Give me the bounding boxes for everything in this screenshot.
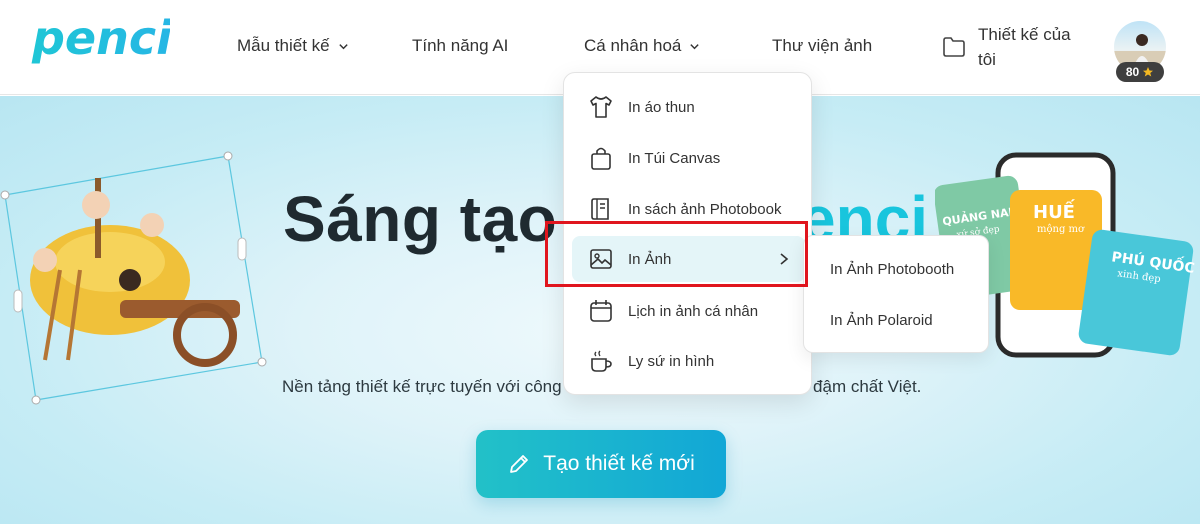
submenu-item-photobooth[interactable]: In Ảnh Photobooth: [830, 261, 954, 278]
logo-text: penci: [31, 14, 170, 65]
menu-item-tshirt[interactable]: In áo thun: [572, 84, 805, 130]
menu-item-label: Ly sứ in hình: [628, 352, 715, 370]
menu-item-label: In Túi Canvas: [628, 149, 721, 167]
haystack-illustration: [0, 151, 267, 405]
coin-balance[interactable]: 80: [1116, 62, 1164, 82]
nav-templates-label: Mẫu thiết kế: [237, 36, 330, 55]
nav-library[interactable]: Thư viện ảnh: [772, 36, 872, 56]
menu-item-label: In sách ảnh Photobook: [628, 200, 782, 218]
tshirt-icon: [590, 96, 612, 118]
menu-item-label: In áo thun: [628, 98, 695, 116]
card-hue-sub: mộng mơ: [1037, 224, 1085, 235]
print-photo-submenu: In Ảnh Photobooth In Ảnh Polaroid: [803, 235, 989, 353]
nav-personalize-label: Cá nhân hoá: [584, 36, 682, 55]
menu-item-canvas-bag[interactable]: In Túi Canvas: [572, 135, 805, 181]
chevron-down-icon: [690, 43, 700, 49]
chevron-down-icon: [338, 43, 348, 49]
nav-templates[interactable]: Mẫu thiết kế: [237, 36, 349, 56]
menu-item-print-photo[interactable]: In Ảnh: [572, 236, 805, 282]
nav-ai-label: Tính năng AI: [412, 36, 509, 55]
coin-count: 80: [1125, 65, 1140, 79]
menu-item-photobook[interactable]: In sách ảnh Photobook: [572, 186, 805, 232]
nav-library-label: Thư viện ảnh: [772, 36, 873, 55]
nav-my-designs[interactable]: Thiết kế của tôi: [942, 22, 1088, 72]
folder-icon: [943, 37, 965, 57]
my-designs-label: Thiết kế của tôi: [978, 25, 1071, 69]
menu-item-mug[interactable]: Ly sứ in hình: [572, 338, 805, 384]
pencil-icon: [510, 455, 529, 473]
submenu-item-polaroid[interactable]: In Ảnh Polaroid: [830, 312, 933, 329]
card-hue-title: HUẾ: [1033, 199, 1076, 223]
hero-title: Sáng tạo: [283, 183, 558, 255]
calendar-icon: [590, 300, 612, 322]
bag-icon: [591, 147, 611, 170]
mug-icon: [591, 350, 612, 372]
image-icon: [590, 249, 612, 269]
penci-logo[interactable]: penci: [30, 14, 170, 76]
cta-label: Tạo thiết kế mới: [543, 452, 695, 475]
chevron-right-icon: [780, 253, 789, 265]
menu-item-label: Lịch in ảnh cá nhân: [628, 302, 759, 320]
menu-item-calendar[interactable]: Lịch in ảnh cá nhân: [572, 288, 805, 334]
nav-personalize[interactable]: Cá nhân hoá: [584, 36, 700, 56]
book-icon: [591, 198, 609, 220]
star-icon: [1143, 67, 1154, 77]
menu-item-label: In Ảnh: [628, 250, 672, 268]
hero-subtitle-start: Nền tảng thiết kế trực tuyến với công: [282, 377, 562, 396]
create-new-design-button[interactable]: Tạo thiết kế mới: [476, 430, 726, 498]
hero-subtitle-end: đậm chất Việt.: [813, 377, 922, 396]
personalize-dropdown-menu: In áo thun In Túi Canvas In sách ảnh Pho…: [563, 72, 812, 395]
nav-ai-features[interactable]: Tính năng AI: [412, 36, 508, 56]
